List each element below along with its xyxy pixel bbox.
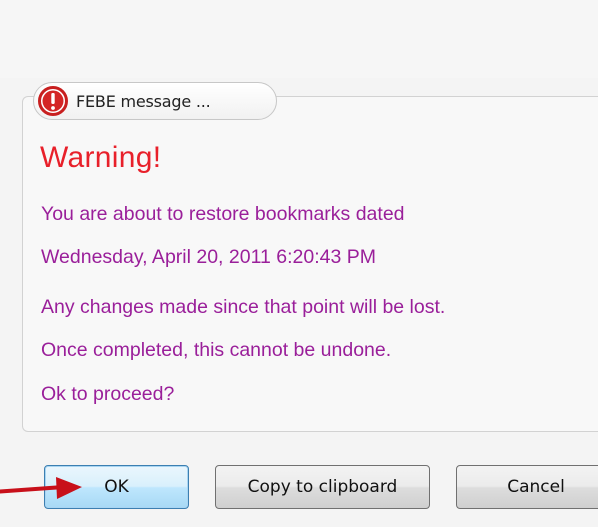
dialog-title-tab: FEBE message ... [33, 82, 277, 120]
background-strip [0, 0, 598, 78]
warning-exclamation-icon [38, 86, 68, 116]
message-line-proceed: Ok to proceed? [41, 383, 175, 405]
copy-to-clipboard-button[interactable]: Copy to clipboard [215, 465, 430, 509]
message-line-date: Wednesday, April 20, 2011 6:20:43 PM [41, 246, 376, 268]
dialog-title: FEBE message ... [76, 91, 211, 111]
cancel-button[interactable]: Cancel [456, 465, 598, 509]
warning-heading: Warning! [40, 141, 162, 174]
message-line-cannot-undo: Once completed, this cannot be undone. [41, 339, 392, 361]
message-line-restore: You are about to restore bookmarks dated [41, 203, 405, 225]
message-line-changes-lost: Any changes made since that point will b… [41, 296, 446, 318]
red-arrow-pointer-icon [0, 477, 82, 499]
